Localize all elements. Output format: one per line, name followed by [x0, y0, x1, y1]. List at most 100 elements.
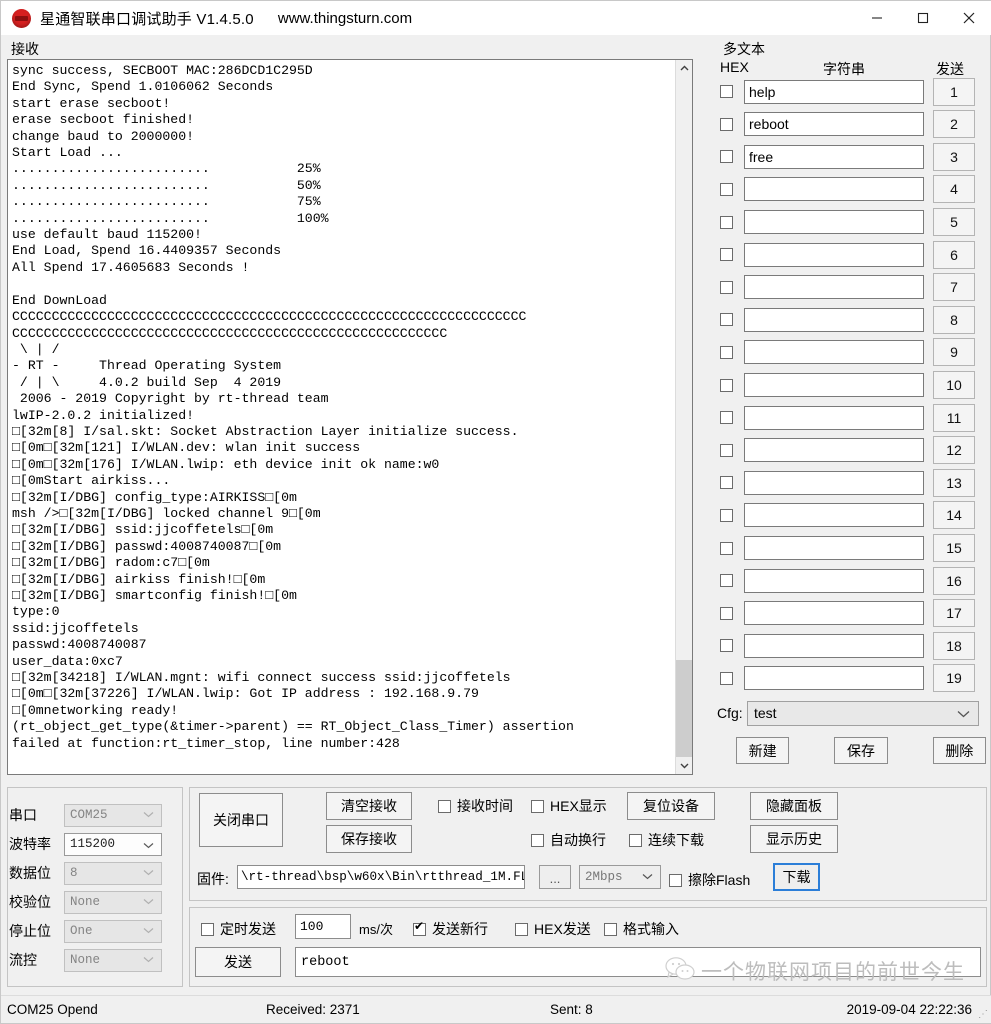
- serial-param-select[interactable]: COM25: [64, 803, 162, 827]
- multitext-hex-checkbox[interactable]: [720, 313, 733, 327]
- multitext-hex-checkbox[interactable]: [720, 248, 733, 262]
- serial-param-select[interactable]: 115200: [64, 832, 162, 856]
- multitext-send-button[interactable]: 18: [933, 631, 975, 660]
- scroll-up-icon[interactable]: [676, 60, 692, 77]
- firmware-browse-button[interactable]: ...: [539, 865, 571, 889]
- multitext-send-button[interactable]: 13: [933, 468, 975, 497]
- multitext-send-button[interactable]: 4: [933, 175, 975, 204]
- multitext-send-button[interactable]: 12: [933, 436, 975, 465]
- multitext-string-input[interactable]: [744, 177, 924, 202]
- multitext-send-button[interactable]: 11: [933, 403, 975, 432]
- multitext-send-button[interactable]: 3: [933, 142, 975, 171]
- auto-wrap-checkbox[interactable]: 自动换行: [531, 830, 606, 850]
- show-history-button[interactable]: 显示历史: [750, 825, 838, 853]
- multitext-send-button[interactable]: 17: [933, 599, 975, 628]
- multitext-send-button[interactable]: 16: [933, 566, 975, 595]
- multitext-send-button[interactable]: 5: [933, 208, 975, 237]
- send-interval-unit: ms/次: [359, 922, 393, 937]
- multitext-string-input[interactable]: [744, 536, 924, 561]
- multitext-hex-checkbox[interactable]: [720, 671, 733, 685]
- multitext-string-input[interactable]: [744, 503, 924, 528]
- recv-time-checkbox[interactable]: 接收时间: [438, 796, 513, 816]
- multitext-string-input[interactable]: [744, 601, 924, 626]
- receive-text-area[interactable]: sync success, SECBOOT MAC:286DCD1C295D E…: [7, 59, 693, 775]
- multitext-string-input[interactable]: [744, 242, 924, 267]
- serial-param-select[interactable]: One: [64, 919, 162, 943]
- send-button[interactable]: 发送: [195, 947, 281, 977]
- multitext-string-input[interactable]: [744, 405, 924, 430]
- multitext-string-input[interactable]: [744, 210, 924, 235]
- save-receive-button[interactable]: 保存接收: [326, 825, 412, 853]
- multitext-string-input[interactable]: help: [744, 79, 924, 104]
- maximize-icon[interactable]: [900, 1, 946, 35]
- send-interval-input[interactable]: 100: [295, 914, 351, 939]
- minimize-icon[interactable]: [854, 1, 900, 35]
- multitext-string-input[interactable]: free: [744, 144, 924, 169]
- send-text-input[interactable]: reboot: [295, 947, 981, 977]
- erase-flash-checkbox[interactable]: 擦除Flash: [669, 870, 750, 890]
- cfg-select[interactable]: test: [747, 700, 979, 726]
- receive-scrollbar[interactable]: [675, 60, 692, 774]
- download-button[interactable]: 下载: [773, 863, 820, 891]
- hex-display-checkbox[interactable]: HEX显示: [531, 796, 607, 816]
- multitext-string-input[interactable]: [744, 275, 924, 300]
- firmware-path-input[interactable]: \rt-thread\bsp\w60x\Bin\rtthread_1M.FLS: [237, 865, 525, 889]
- multitext-hex-checkbox[interactable]: [720, 639, 733, 653]
- close-port-button[interactable]: 关闭串口: [199, 793, 283, 847]
- multitext-hex-checkbox[interactable]: [720, 508, 733, 522]
- serial-param-select[interactable]: None: [64, 890, 162, 914]
- multitext-send-button[interactable]: 15: [933, 534, 975, 563]
- reset-device-button[interactable]: 复位设备: [627, 792, 715, 820]
- close-icon[interactable]: [946, 1, 991, 35]
- multitext-send-button[interactable]: 7: [933, 273, 975, 302]
- hex-send-checkbox[interactable]: HEX发送: [515, 919, 591, 939]
- multitext-send-button[interactable]: 14: [933, 501, 975, 530]
- format-input-checkbox[interactable]: 格式输入: [604, 919, 679, 939]
- cfg-save-button[interactable]: 保存: [834, 737, 888, 764]
- multitext-string-input[interactable]: [744, 470, 924, 495]
- multitext-hex-checkbox[interactable]: [720, 280, 733, 294]
- multitext-hex-checkbox[interactable]: [720, 378, 733, 392]
- continuous-download-checkbox[interactable]: 连续下载: [629, 830, 704, 850]
- cfg-new-button[interactable]: 新建: [736, 737, 790, 764]
- multitext-string-input[interactable]: [744, 568, 924, 593]
- multitext-hex-checkbox[interactable]: [720, 182, 733, 196]
- multitext-string-input[interactable]: [744, 373, 924, 398]
- multitext-hex-checkbox[interactable]: [720, 606, 733, 620]
- multitext-string-input[interactable]: [744, 340, 924, 365]
- multitext-hex-checkbox[interactable]: [720, 411, 733, 425]
- resize-grip-icon[interactable]: ⋰: [978, 1009, 988, 1020]
- scrollbar-thumb[interactable]: [676, 660, 692, 757]
- multitext-hex-checkbox[interactable]: [720, 85, 733, 99]
- multitext-hex-checkbox[interactable]: [720, 150, 733, 164]
- multitext-hex-checkbox[interactable]: [720, 345, 733, 359]
- multitext-string-input[interactable]: [744, 438, 924, 463]
- multitext-string-input[interactable]: [744, 666, 924, 691]
- clear-receive-button[interactable]: 清空接收: [326, 792, 412, 820]
- status-port: COM25 Opend: [7, 1002, 98, 1017]
- multitext-hex-checkbox[interactable]: [720, 476, 733, 490]
- scroll-down-icon[interactable]: [676, 757, 692, 774]
- timed-send-checkbox[interactable]: 定时发送: [201, 919, 276, 939]
- multitext-hex-checkbox[interactable]: [720, 117, 733, 131]
- multitext-string-input[interactable]: [744, 633, 924, 658]
- multitext-string-input[interactable]: reboot: [744, 112, 924, 137]
- multitext-send-button[interactable]: 10: [933, 371, 975, 400]
- serial-param-select[interactable]: 8: [64, 861, 162, 885]
- multitext-hex-checkbox[interactable]: [720, 443, 733, 457]
- multitext-send-button[interactable]: 6: [933, 240, 975, 269]
- multitext-send-button[interactable]: 8: [933, 305, 975, 334]
- multitext-hex-checkbox[interactable]: [720, 574, 733, 588]
- multitext-send-button[interactable]: 9: [933, 338, 975, 367]
- multitext-send-button[interactable]: 2: [933, 110, 975, 139]
- multitext-string-input[interactable]: [744, 307, 924, 332]
- download-baud-select[interactable]: 2Mbps: [579, 865, 661, 889]
- serial-param-select[interactable]: None: [64, 948, 162, 972]
- cfg-delete-button[interactable]: 删除: [932, 737, 986, 764]
- hide-panel-button[interactable]: 隐藏面板: [750, 792, 838, 820]
- send-newline-checkbox[interactable]: 发送新行: [413, 919, 488, 939]
- multitext-send-button[interactable]: 19: [933, 664, 975, 693]
- multitext-hex-checkbox[interactable]: [720, 215, 733, 229]
- multitext-send-button[interactable]: 1: [933, 77, 975, 106]
- multitext-hex-checkbox[interactable]: [720, 541, 733, 555]
